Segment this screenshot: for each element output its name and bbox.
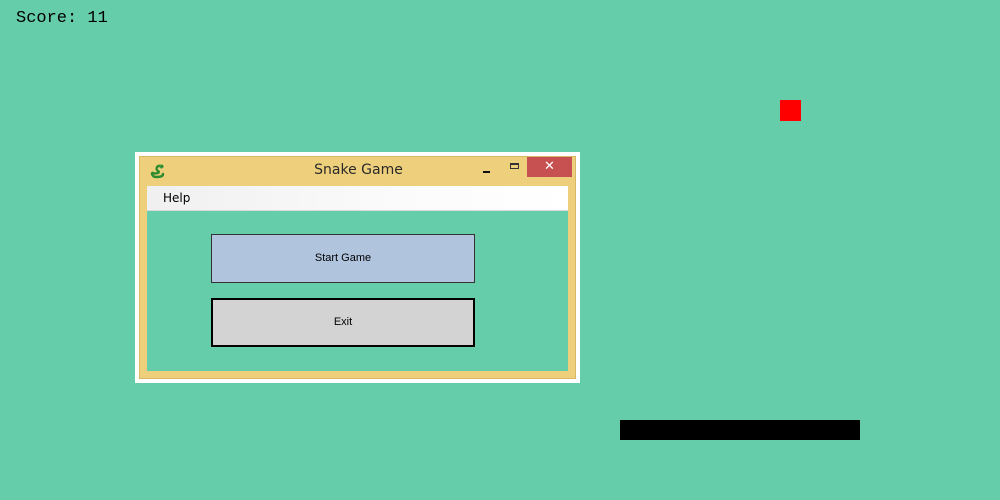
- menu-bar: Help: [147, 186, 568, 211]
- minimize-icon: [483, 171, 490, 173]
- maximize-icon: [510, 163, 519, 169]
- snake-body: [620, 420, 860, 440]
- minimize-button[interactable]: [472, 158, 498, 178]
- close-icon: ✕: [544, 159, 555, 174]
- start-game-button[interactable]: Start Game: [211, 234, 475, 283]
- close-button[interactable]: ✕: [527, 157, 572, 177]
- dialog-frame: Snake Game ✕ Help Start Game Exit: [135, 152, 580, 383]
- food-pellet: [780, 100, 801, 121]
- maximize-button[interactable]: [501, 158, 527, 178]
- dialog-client-area: Start Game Exit: [147, 211, 568, 371]
- snake-game-dialog: Snake Game ✕ Help Start Game Exit: [139, 156, 576, 379]
- exit-button[interactable]: Exit: [211, 298, 475, 347]
- score-label: Score: 11: [16, 9, 108, 28]
- menu-item-help[interactable]: Help: [163, 191, 190, 205]
